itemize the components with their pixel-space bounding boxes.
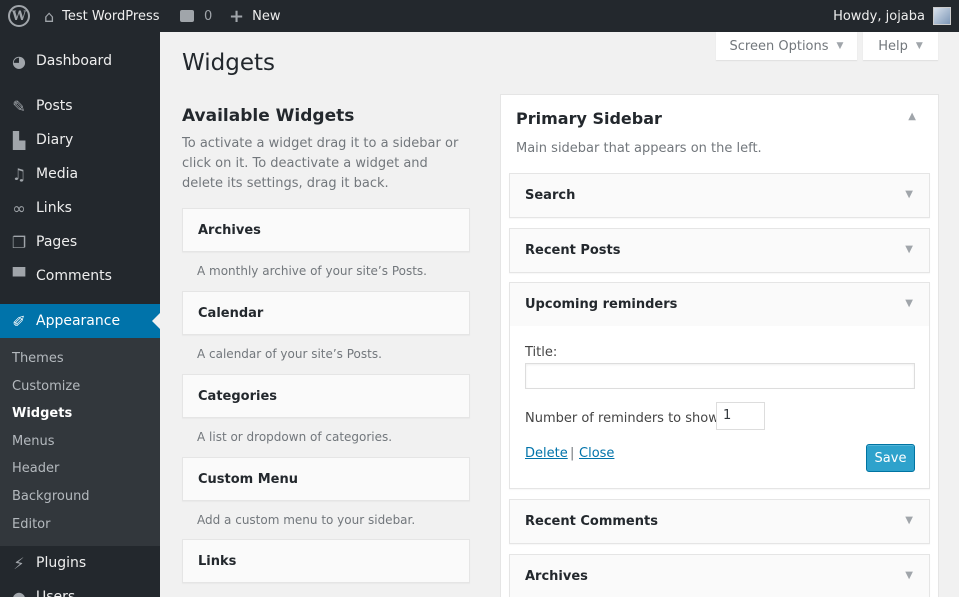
menu-item-plugins[interactable]: ⚡ Plugins — [0, 546, 160, 580]
widget-title: Recent Posts — [525, 243, 621, 258]
new-content-link[interactable]: + New — [229, 0, 280, 32]
available-widgets-description: To activate a widget drag it to a sideba… — [182, 136, 459, 191]
widget-title[interactable]: Upcoming reminders — [525, 297, 677, 312]
menu-item-media[interactable]: ♫ Media — [0, 157, 160, 191]
chain-link-icon: ∞ — [12, 198, 26, 218]
widget-description: Add a custom menu to your sidebar. — [197, 513, 416, 527]
sidebar-description: Main sidebar that appears on the left. — [516, 141, 762, 156]
admin-menu: ◕ Dashboard ✎ Posts ▙ Diary ♫ Media ∞ Li… — [0, 32, 160, 597]
screen-options-label: Screen Options — [729, 38, 829, 54]
page-title: Widgets — [182, 50, 275, 76]
submenu-themes[interactable]: Themes — [12, 351, 64, 366]
menu-item-posts[interactable]: ✎ Posts — [0, 89, 160, 123]
help-label: Help — [878, 38, 908, 54]
sidebar-widget-archives[interactable]: Archives ▼ — [509, 554, 930, 597]
title-label: Title: — [525, 345, 558, 360]
delete-link[interactable]: Delete — [525, 446, 568, 461]
comments-link[interactable]: 0 — [180, 0, 212, 32]
comment-bubble-icon — [180, 10, 194, 22]
title-input[interactable] — [525, 363, 915, 389]
widget-custom-menu[interactable]: Custom Menu — [182, 457, 470, 501]
widget-links[interactable]: Links — [182, 539, 470, 583]
menu-item-diary[interactable]: ▙ Diary — [0, 123, 160, 157]
screen-options-button[interactable]: Screen Options ▼ — [716, 32, 857, 60]
help-button[interactable]: Help ▼ — [863, 32, 938, 60]
available-widgets-heading: Available Widgets — [182, 106, 355, 126]
expand-arrow-icon[interactable]: ▼ — [905, 189, 913, 200]
widget-description: A list or dropdown of categories. — [197, 430, 393, 444]
widget-description: A calendar of your site’s Posts. — [197, 347, 382, 361]
sidebar-widget-recent-comments[interactable]: Recent Comments ▼ — [509, 499, 930, 544]
submenu-customize[interactable]: Customize — [12, 379, 80, 394]
close-link[interactable]: Close — [579, 446, 614, 461]
expand-arrow-icon[interactable]: ▼ — [905, 515, 913, 526]
widget-calendar[interactable]: Calendar — [182, 291, 470, 335]
submenu-header[interactable]: Header — [12, 461, 59, 476]
reminder-count-label: Number of reminders to show: — [525, 411, 723, 426]
widget-title: Archives — [525, 569, 588, 584]
menu-item-users[interactable]: ● Users — [0, 580, 160, 597]
widget-title: Recent Comments — [525, 514, 658, 529]
menu-item-pages[interactable]: ❐ Pages — [0, 225, 160, 259]
caret-down-icon: ▼ — [915, 41, 923, 51]
widget-title: Search — [525, 188, 576, 203]
reminder-count-input[interactable]: 1 — [716, 402, 765, 430]
plus-icon: + — [229, 5, 245, 27]
my-account-link[interactable]: Howdy, jojaba — [833, 0, 951, 32]
sidebar-widget-recent-posts[interactable]: Recent Posts ▼ — [509, 228, 930, 273]
save-button[interactable]: Save — [866, 444, 915, 472]
expand-arrow-icon[interactable]: ▼ — [905, 570, 913, 581]
home-icon: ⌂ — [44, 6, 55, 26]
menu-item-comments[interactable]: ▀ Comments — [0, 259, 160, 293]
appearance-submenu: Themes Customize Widgets Menus Header Ba… — [0, 338, 160, 546]
link-separator: | — [570, 446, 575, 461]
menu-item-links[interactable]: ∞ Links — [0, 191, 160, 225]
submenu-menus[interactable]: Menus — [12, 434, 54, 449]
new-label: New — [252, 8, 281, 24]
dashboard-gauge-icon: ◕ — [12, 51, 26, 71]
expand-arrow-icon[interactable]: ▼ — [905, 244, 913, 255]
menu-item-appearance[interactable]: ✐ Appearance — [0, 304, 160, 338]
plug-icon: ⚡ — [13, 553, 25, 573]
sidebar-widget-upcoming-reminders: Upcoming reminders ▼ Title: Number of rem… — [509, 282, 930, 489]
menu-item-dashboard[interactable]: ◕ Dashboard — [0, 44, 160, 78]
current-indicator-arrow — [152, 313, 160, 329]
comment-icon: ▀ — [12, 266, 26, 286]
pushpin-icon: ✎ — [12, 96, 26, 116]
widget-settings-form: Title: Number of reminders to show: 1 De… — [510, 326, 929, 488]
user-avatar — [933, 7, 951, 25]
user-icon: ● — [12, 587, 26, 597]
caret-down-icon: ▼ — [836, 41, 844, 51]
sidebar-widget-search[interactable]: Search ▼ — [509, 173, 930, 218]
submenu-background[interactable]: Background — [12, 489, 90, 504]
sidebar-title[interactable]: Primary Sidebar — [516, 109, 662, 128]
widget-description: A monthly archive of your site’s Posts. — [197, 264, 427, 278]
widget-archives[interactable]: Archives — [182, 208, 470, 252]
pages-icon: ❐ — [11, 232, 27, 252]
collapse-arrow-icon[interactable]: ▲ — [908, 111, 916, 122]
site-name-link[interactable]: ⌂ Test WordPress — [44, 0, 160, 32]
paintbrush-icon: ✐ — [12, 311, 26, 331]
greeting: Howdy, jojaba — [833, 8, 925, 24]
comments-count: 0 — [204, 8, 213, 24]
media-icon: ♫ — [11, 164, 27, 184]
widget-categories[interactable]: Categories — [182, 374, 470, 418]
submenu-widgets[interactable]: Widgets — [12, 406, 72, 421]
submenu-editor[interactable]: Editor — [12, 517, 50, 532]
edit-page-icon: ▙ — [12, 130, 26, 150]
admin-toolbar: W ⌂ Test WordPress 0 + New Howdy, jojaba — [0, 0, 959, 32]
site-name: Test WordPress — [62, 8, 160, 24]
expand-arrow-icon[interactable]: ▼ — [905, 298, 913, 309]
wordpress-logo-icon[interactable]: W — [8, 5, 30, 27]
